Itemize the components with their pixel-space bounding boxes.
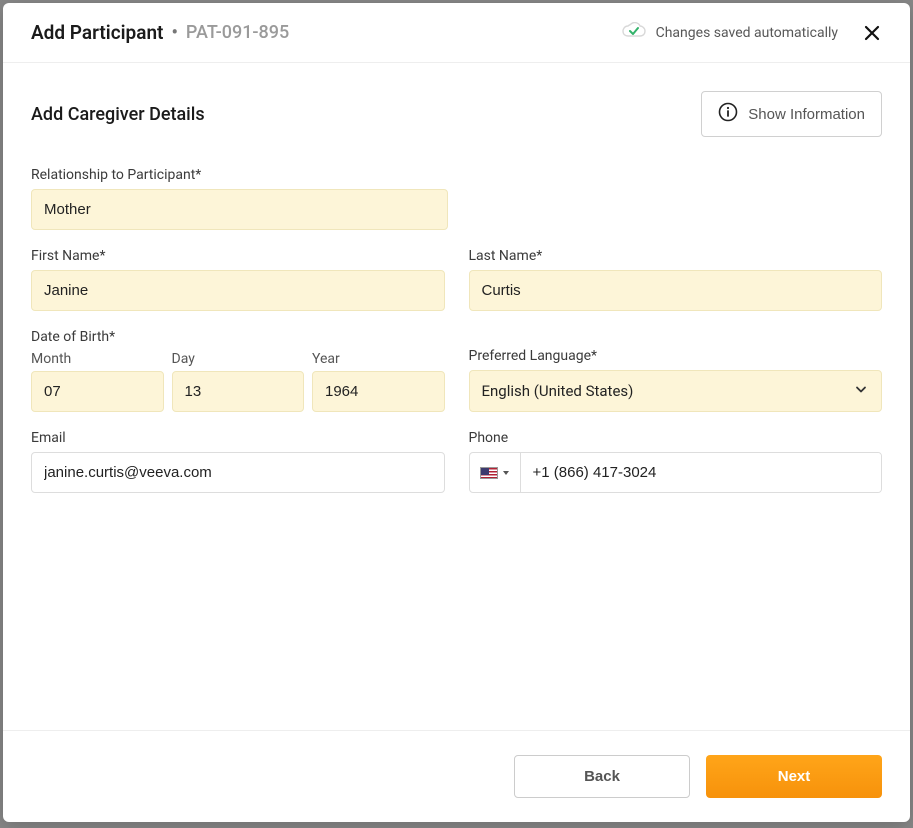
dob-year-input[interactable] (312, 371, 445, 412)
language-label: Preferred Language* (469, 348, 883, 364)
back-button[interactable]: Back (514, 755, 690, 798)
modal-header: Add Participant • PAT-091-895 Changes sa… (3, 3, 910, 63)
last-name-input[interactable] (469, 270, 883, 311)
relationship-input[interactable] (31, 189, 448, 230)
separator-dot: • (171, 22, 177, 43)
participant-id: PAT-091-895 (186, 22, 289, 43)
us-flag-icon (480, 467, 498, 479)
dob-label: Date of Birth* (31, 329, 445, 345)
first-name-label: First Name* (31, 248, 445, 264)
caret-down-icon (502, 469, 510, 477)
email-label: Email (31, 430, 445, 446)
show-info-label: Show Information (748, 106, 865, 123)
month-label: Month (31, 351, 164, 367)
phone-input-group (469, 452, 883, 493)
dob-group: Month Day Year (31, 351, 445, 412)
country-code-select[interactable] (470, 453, 521, 492)
phone-label: Phone (469, 430, 883, 446)
cloud-check-icon (622, 22, 646, 44)
add-participant-modal: Add Participant • PAT-091-895 Changes sa… (3, 3, 910, 822)
next-button[interactable]: Next (706, 755, 882, 798)
year-label: Year (312, 351, 445, 367)
day-label: Day (172, 351, 305, 367)
autosave-indicator: Changes saved automatically (622, 22, 838, 44)
first-name-input[interactable] (31, 270, 445, 311)
autosave-label: Changes saved automatically (656, 25, 838, 41)
dob-day-input[interactable] (172, 371, 305, 412)
show-information-button[interactable]: Show Information (701, 91, 882, 137)
phone-input[interactable] (521, 453, 882, 492)
modal-body: Add Caregiver Details Show Information R… (3, 63, 910, 730)
last-name-label: Last Name* (469, 248, 883, 264)
section-title: Add Caregiver Details (31, 104, 205, 125)
email-input[interactable] (31, 452, 445, 493)
modal-footer: Back Next (3, 730, 910, 822)
language-select[interactable]: English (United States) (469, 370, 883, 412)
relationship-label: Relationship to Participant* (31, 167, 448, 183)
dob-month-input[interactable] (31, 371, 164, 412)
section-header: Add Caregiver Details Show Information (31, 91, 882, 137)
close-icon[interactable] (862, 23, 882, 43)
page-title: Add Participant (31, 21, 163, 44)
info-icon (718, 102, 738, 126)
